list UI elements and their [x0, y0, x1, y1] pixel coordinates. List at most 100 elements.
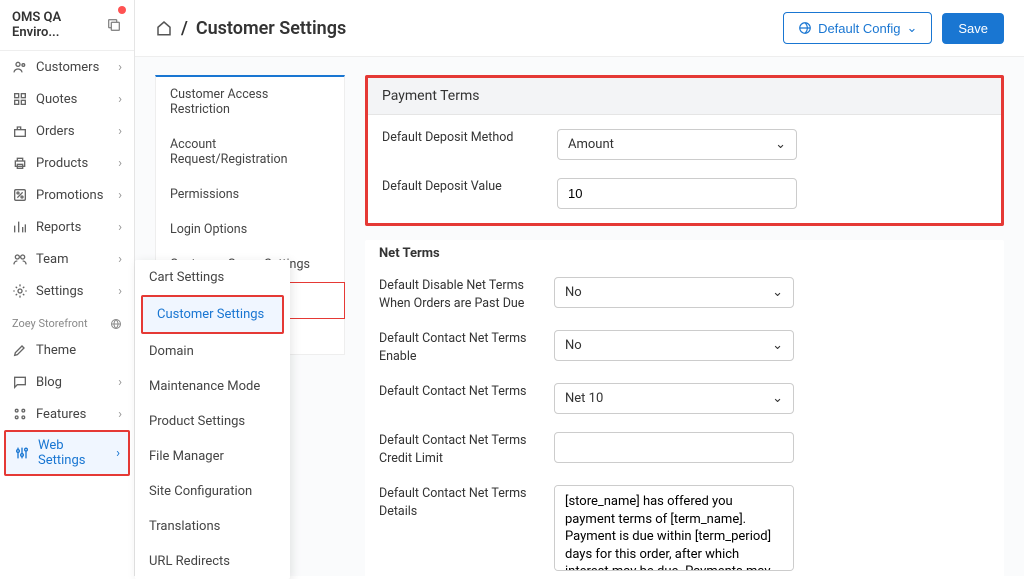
subnav-account-request[interactable]: Account Request/Registration: [156, 127, 344, 177]
globe-icon: [110, 318, 122, 330]
sidebar-label: Orders: [36, 124, 75, 139]
printer-icon: [12, 155, 28, 171]
chevron-down-icon: ⌄: [772, 285, 783, 300]
sidebar-label: Quotes: [36, 92, 77, 107]
chevron-right-icon: ›: [118, 375, 122, 390]
flyout-item-product-settings[interactable]: Product Settings: [135, 404, 290, 439]
disable-past-due-select[interactable]: No ⌄: [554, 277, 794, 308]
sidebar-item-reports[interactable]: Reports ›: [0, 211, 134, 243]
sidebar-item-web-settings[interactable]: Web Settings ›: [4, 430, 130, 476]
sidebar-item-theme[interactable]: Theme: [0, 334, 134, 366]
flyout-item-maintenance[interactable]: Maintenance Mode: [135, 369, 290, 404]
subnav-permissions[interactable]: Permissions: [156, 177, 344, 212]
flyout-item-domain[interactable]: Domain: [135, 334, 290, 369]
grid-icon: [12, 91, 28, 107]
chevron-right-icon: ›: [118, 252, 122, 267]
chevron-down-icon: ⌄: [906, 20, 917, 36]
chart-icon: [12, 219, 28, 235]
sidebar-label: Promotions: [36, 188, 103, 203]
deposit-value-label: Default Deposit Value: [382, 178, 537, 196]
sidebar-label: Reports: [36, 220, 81, 235]
chevron-right-icon: ›: [118, 60, 122, 75]
sidebar-item-promotions[interactable]: Promotions ›: [0, 179, 134, 211]
sidebar-item-orders[interactable]: Orders ›: [0, 115, 134, 147]
sidebar-item-settings[interactable]: Settings ›: [0, 275, 134, 307]
sidebar-label: Customers: [36, 60, 99, 75]
sidebar-label: Products: [36, 156, 88, 171]
credit-limit-input[interactable]: [554, 432, 794, 463]
net-terms-header: Net Terms: [365, 240, 1004, 263]
chevron-right-icon: ›: [118, 284, 122, 299]
chevron-down-icon: ⌄: [772, 391, 783, 406]
sidebar-label: Theme: [36, 343, 76, 358]
sidebar-section-storefront: Zoey Storefront: [0, 307, 134, 334]
percent-icon: [12, 187, 28, 203]
sidebar-item-blog[interactable]: Blog ›: [0, 366, 134, 398]
credit-limit-label: Default Contact Net Terms Credit Limit: [379, 432, 534, 467]
deposit-method-label: Default Deposit Method: [382, 129, 537, 147]
register-icon: [12, 123, 28, 139]
chevron-down-icon: ⌄: [775, 137, 786, 152]
sidebar-label: Team: [36, 252, 69, 267]
flyout-item-site-config[interactable]: Site Configuration: [135, 474, 290, 509]
flyout-item-file-manager[interactable]: File Manager: [135, 439, 290, 474]
sidebar: OMS QA Enviro... Customers › Quotes › Or…: [0, 0, 135, 576]
sidebar-item-team[interactable]: Team ›: [0, 243, 134, 275]
topbar: / Customer Settings Default Config ⌄ Sav…: [135, 0, 1024, 57]
crumb-sep: /: [181, 18, 188, 39]
page-title: Customer Settings: [196, 18, 346, 39]
flyout-item-customer-settings[interactable]: Customer Settings: [143, 297, 282, 332]
chevron-right-icon: ›: [118, 92, 122, 107]
config-selector[interactable]: Default Config ⌄: [783, 12, 932, 44]
sliders-icon: [14, 445, 30, 461]
chevron-right-icon: ›: [118, 188, 122, 203]
flyout-item-translations[interactable]: Translations: [135, 509, 290, 544]
users-icon: [12, 59, 28, 75]
deposit-value-input[interactable]: [557, 178, 797, 209]
net-terms-details-textarea[interactable]: [554, 485, 794, 571]
deposit-method-select[interactable]: Amount ⌄: [557, 129, 797, 160]
sidebar-item-customers[interactable]: Customers ›: [0, 51, 134, 83]
disable-past-due-label: Default Disable Net Terms When Orders ar…: [379, 277, 534, 312]
env-name: OMS QA Enviro...: [12, 10, 106, 40]
env-header[interactable]: OMS QA Enviro...: [0, 0, 134, 51]
copy-icon: [106, 17, 122, 33]
home-icon[interactable]: [155, 19, 173, 37]
contact-terms-label: Default Contact Net Terms: [379, 383, 534, 401]
flyout-item-url-redirects[interactable]: URL Redirects: [135, 544, 290, 579]
flyout-item-cart-settings[interactable]: Cart Settings: [135, 260, 290, 295]
chevron-right-icon: ›: [118, 407, 122, 422]
globe-icon: [798, 21, 812, 35]
sidebar-label: Blog: [36, 375, 62, 390]
gear-icon: [12, 283, 28, 299]
sidebar-item-quotes[interactable]: Quotes ›: [0, 83, 134, 115]
modules-icon: [12, 406, 28, 422]
settings-panel: Payment Terms Default Deposit Method Amo…: [365, 75, 1004, 558]
chat-icon: [12, 374, 28, 390]
pencil-icon: [12, 342, 28, 358]
card-header: Payment Terms: [368, 78, 1001, 115]
contact-enable-label: Default Contact Net Terms Enable: [379, 330, 534, 365]
payment-terms-card: Payment Terms Default Deposit Method Amo…: [365, 75, 1004, 226]
sidebar-label: Web Settings: [38, 438, 108, 468]
sidebar-item-features[interactable]: Features ›: [0, 398, 134, 430]
sidebar-label: Settings: [36, 284, 83, 299]
sidebar-label: Features: [36, 407, 86, 422]
breadcrumb: / Customer Settings: [155, 18, 346, 39]
notification-dot-icon: [118, 6, 126, 14]
net-terms-details-label: Default Contact Net Terms Details: [379, 485, 534, 520]
sidebar-item-products[interactable]: Products ›: [0, 147, 134, 179]
team-icon: [12, 251, 28, 267]
chevron-right-icon: ›: [118, 156, 122, 171]
chevron-right-icon: ›: [118, 220, 122, 235]
contact-terms-select[interactable]: Net 10 ⌄: [554, 383, 794, 414]
web-settings-flyout: Cart Settings Customer Settings Domain M…: [135, 260, 290, 579]
chevron-right-icon: ›: [118, 124, 122, 139]
chevron-right-icon: ›: [116, 446, 120, 461]
contact-enable-select[interactable]: No ⌄: [554, 330, 794, 361]
subnav-access-restriction[interactable]: Customer Access Restriction: [156, 77, 344, 127]
chevron-down-icon: ⌄: [772, 338, 783, 353]
save-button[interactable]: Save: [942, 13, 1004, 44]
net-terms-card: Net Terms Default Disable Net Terms When…: [365, 240, 1004, 576]
subnav-login-options[interactable]: Login Options: [156, 212, 344, 247]
